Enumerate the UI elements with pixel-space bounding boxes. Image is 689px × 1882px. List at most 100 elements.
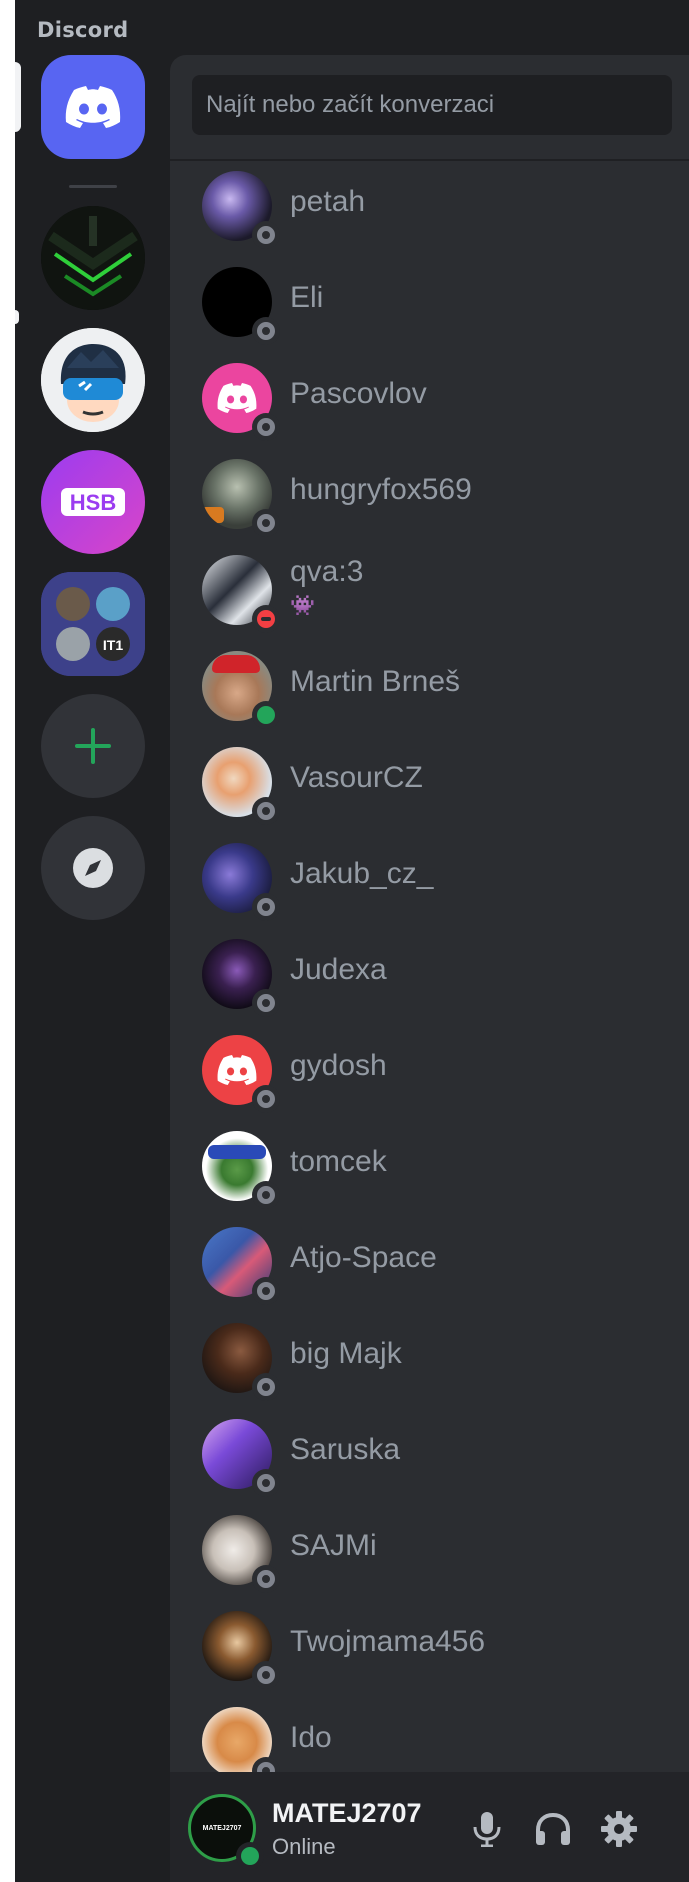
avatar	[202, 1611, 280, 1689]
svg-text:IT1: IT1	[103, 637, 123, 653]
status-offline-icon	[257, 322, 275, 340]
avatar	[202, 747, 280, 825]
dm-name: Atjo-Space	[290, 1241, 437, 1274]
dm-item-saruska[interactable]: Saruska	[182, 1413, 678, 1501]
avatar	[202, 1707, 280, 1785]
dm-item-qva[interactable]: qva:3 👾	[182, 549, 678, 637]
plus-icon	[75, 728, 111, 764]
dm-item-pascovlov[interactable]: Pascovlov	[182, 357, 678, 445]
dm-name: Twojmama456	[290, 1625, 486, 1658]
discord-logo-icon	[217, 1055, 257, 1085]
dm-name: Judexa	[290, 953, 387, 986]
status-offline-icon	[257, 802, 275, 820]
add-server-button[interactable]	[41, 694, 145, 798]
dm-name: VasourCZ	[290, 761, 423, 794]
dm-item-twojmama456[interactable]: Twojmama456	[182, 1605, 678, 1693]
dm-name: Saruska	[290, 1433, 401, 1466]
dm-item-martin-brnes[interactable]: Martin Brneš	[182, 645, 678, 733]
status-offline-icon	[257, 1090, 275, 1108]
status-offline-icon	[257, 1666, 275, 1684]
avatar	[202, 1131, 280, 1209]
dm-item-petah[interactable]: petah	[182, 165, 678, 253]
avatar	[202, 555, 280, 633]
dm-name: qva:3	[290, 555, 364, 588]
status-offline-icon	[257, 1378, 275, 1396]
status-offline-icon	[257, 1186, 275, 1204]
status-offline-icon	[257, 226, 275, 244]
user-name: MATEJ2707	[272, 1798, 422, 1828]
dm-item-tomcek[interactable]: tomcek	[182, 1125, 678, 1213]
server-vr-avatar[interactable]	[41, 328, 145, 432]
dm-name: Jakub_cz_	[290, 857, 434, 890]
user-panel: MATEJ2707 MATEJ2707 Online	[170, 1772, 689, 1882]
server-folder[interactable]: IT1	[41, 572, 145, 676]
status-offline-icon	[257, 514, 275, 532]
avatar	[202, 1035, 280, 1113]
dm-name: big Majk	[290, 1337, 402, 1370]
microphone-icon	[473, 1812, 501, 1847]
server-hsb-label: HSB	[70, 490, 116, 515]
dm-name: Eli	[290, 281, 324, 314]
status-offline-icon	[257, 994, 275, 1012]
avatar	[202, 939, 280, 1017]
server-rail: HSB IT1	[15, 0, 170, 1882]
dm-name: petah	[290, 185, 366, 218]
folder-icon: IT1	[41, 572, 145, 676]
dm-item-judexa[interactable]: Judexa	[182, 933, 678, 1021]
dm-item-vasourcz[interactable]: VasourCZ	[182, 741, 678, 829]
server-green-abstract[interactable]	[41, 206, 145, 310]
server-icon	[41, 328, 145, 432]
search-input[interactable]: Najít nebo začít konverzaci	[192, 75, 672, 135]
dm-name: hungryfox569	[290, 473, 472, 506]
dm-name: SAJMi	[290, 1529, 377, 1562]
search-bar: Najít nebo začít konverzaci	[170, 55, 689, 161]
avatar	[202, 1515, 280, 1593]
status-offline-icon	[257, 1282, 275, 1300]
avatar	[202, 171, 280, 249]
server-icon: HSB	[41, 450, 145, 554]
unread-indicator	[15, 310, 19, 324]
dm-item-sajmi[interactable]: SAJMi	[182, 1509, 678, 1597]
headphones-icon	[536, 1812, 570, 1845]
user-status-indicator	[236, 1842, 264, 1870]
dm-name: Martin Brneš	[290, 665, 461, 698]
discord-logo-icon	[65, 86, 121, 128]
server-hsb[interactable]: HSB	[41, 450, 145, 554]
dm-item-big-majk[interactable]: big Majk	[182, 1317, 678, 1405]
selected-indicator	[15, 62, 21, 132]
avatar	[202, 1323, 280, 1401]
avatar	[202, 459, 280, 537]
gear-icon	[601, 1811, 637, 1847]
dm-name: Pascovlov	[290, 377, 427, 410]
user-settings-button[interactable]	[596, 1806, 642, 1852]
dm-item-jakub-cz[interactable]: Jakub_cz_	[182, 837, 678, 925]
mute-button[interactable]	[464, 1806, 510, 1852]
dm-name: gydosh	[290, 1049, 387, 1082]
avatar	[202, 363, 280, 441]
avatar	[202, 1419, 280, 1497]
status-offline-icon	[257, 898, 275, 916]
explore-servers-button[interactable]	[41, 816, 145, 920]
status-offline-icon	[257, 1474, 275, 1492]
discord-logo-icon	[217, 383, 257, 413]
status-online-icon	[241, 1847, 259, 1865]
avatar	[202, 651, 280, 729]
user-status-text: Online	[272, 1834, 336, 1859]
dm-item-hungryfox569[interactable]: hungryfox569	[182, 453, 678, 541]
dm-name: tomcek	[290, 1145, 387, 1178]
rail-divider	[69, 185, 117, 188]
deafen-button[interactable]	[530, 1806, 576, 1852]
avatar	[202, 1227, 280, 1305]
status-dnd-icon	[257, 610, 275, 628]
status-offline-icon	[257, 1570, 275, 1588]
dm-item-eli[interactable]: Eli	[182, 261, 678, 349]
status-offline-icon	[257, 418, 275, 436]
direct-messages-panel: Najít nebo začít konverzaci petah Eli Pa…	[170, 55, 689, 1882]
discord-app: Discord HSB IT1 Najít nebo začít konverz…	[15, 0, 689, 1882]
home-button[interactable]	[41, 55, 145, 159]
status-online-icon	[257, 706, 275, 724]
avatar	[202, 843, 280, 921]
dm-name: Ido	[290, 1721, 332, 1754]
dm-item-atjo-space[interactable]: Atjo-Space	[182, 1221, 678, 1309]
dm-item-gydosh[interactable]: gydosh	[182, 1029, 678, 1117]
